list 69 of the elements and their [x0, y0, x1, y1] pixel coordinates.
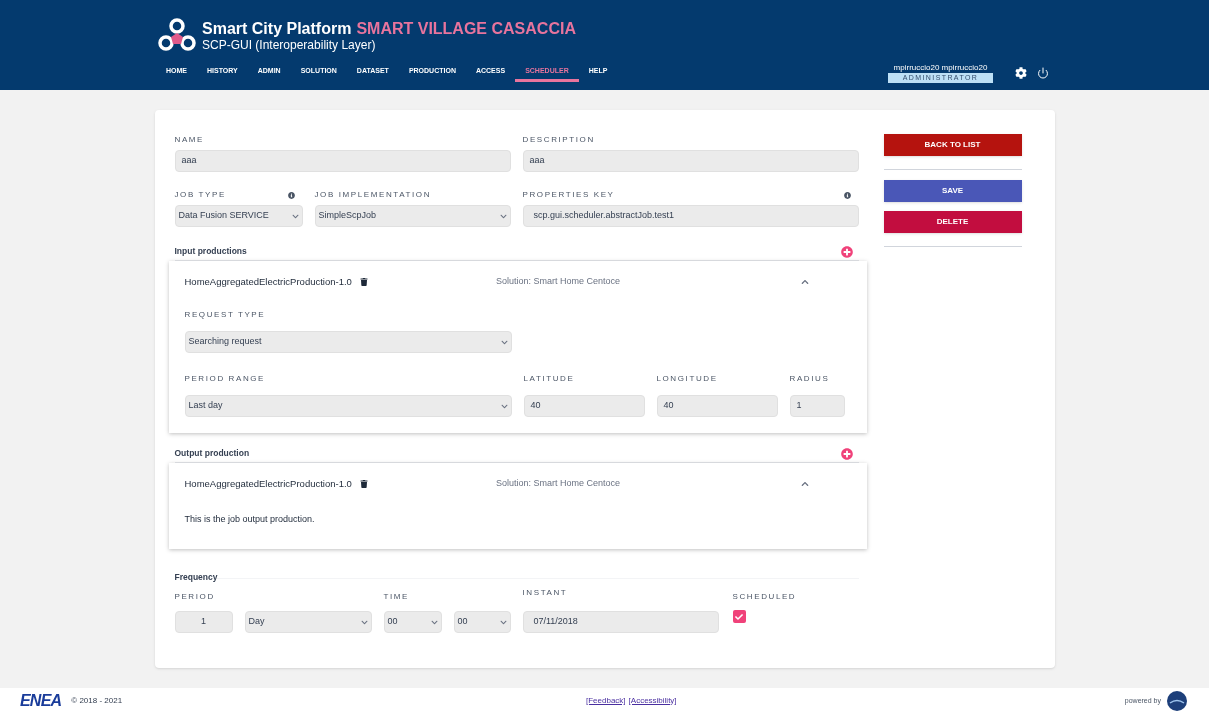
settings-icon[interactable]	[1015, 66, 1027, 79]
solution-text: Solution: Smart Home Centoce	[495, 275, 620, 289]
input-field[interactable]: aaa	[174, 150, 511, 172]
section-heading: Frequency	[174, 572, 218, 582]
field-label: SCHEDULED	[732, 591, 797, 603]
trash-icon[interactable]	[359, 278, 368, 286]
field-label: TIME	[383, 591, 410, 603]
add-icon[interactable]	[840, 447, 853, 460]
input-field[interactable]: 1	[174, 611, 233, 633]
field-label: PERIOD RANGE	[184, 373, 267, 385]
input-field[interactable]: aaa	[522, 150, 859, 172]
chevron-up-icon[interactable]	[800, 480, 809, 488]
select-field[interactable]: Searching request	[184, 331, 512, 353]
field-label: INSTANT	[522, 587, 569, 599]
footer-link[interactable]: [Accessibility]	[628, 695, 677, 707]
field-label: NAME	[174, 134, 205, 146]
section-heading: Output production	[174, 447, 250, 460]
input-field[interactable]: 40	[656, 395, 778, 417]
input-field[interactable]: scp.gui.scheduler.abstractJob.test1	[522, 205, 859, 227]
scheduled-checkbox[interactable]	[732, 610, 746, 623]
app-subtitle: SCP-GUI (Interoperability Layer)	[202, 37, 377, 52]
field-label: JOB TYPE	[174, 189, 226, 201]
chevron-down-icon	[499, 618, 507, 626]
partner-logo-icon	[1167, 691, 1187, 711]
select-field[interactable]: Last day	[184, 395, 512, 417]
copyright-text: © 2018 - 2021	[71, 695, 123, 707]
app-title: Smart City Platform	[202, 18, 352, 38]
chevron-down-icon	[430, 618, 438, 626]
delete-button[interactable]: DELETE	[883, 211, 1022, 233]
description-text: This is the job output production.	[184, 514, 315, 524]
input-field[interactable]: 40	[523, 395, 645, 417]
select-field[interactable]: SimpleScpJob	[314, 205, 511, 227]
chevron-down-icon	[500, 402, 508, 410]
field-label: LONGITUDE	[656, 373, 719, 385]
chevron-down-icon	[499, 212, 507, 220]
enea-logo: ENEA	[20, 691, 62, 711]
field-label: DESCRIPTION	[522, 134, 596, 146]
select-field[interactable]: Data Fusion SERVICE	[174, 205, 303, 227]
chevron-up-icon[interactable]	[800, 278, 809, 286]
site-name: SMART VILLAGE CASACCIA	[356, 18, 576, 38]
save-button[interactable]: SAVE	[883, 180, 1022, 202]
field-label: PROPERTIES KEY	[522, 189, 615, 201]
logo-icon	[158, 17, 196, 53]
input-field[interactable]: 1	[789, 395, 845, 417]
production-name: HomeAggregatedElectricProduction-1.0	[184, 274, 352, 289]
chevron-down-icon	[500, 338, 508, 346]
field-label: LATITUDE	[523, 373, 576, 385]
input-field[interactable]: 07/11/2018	[522, 611, 719, 633]
production-name: HomeAggregatedElectricProduction-1.0	[184, 476, 352, 491]
field-label: PERIOD	[174, 591, 216, 603]
check-icon	[735, 612, 743, 621]
section-heading: Input productions	[174, 245, 247, 258]
user-name: mpirruccio20 mpirruccio20	[893, 62, 988, 73]
footer-link[interactable]: [Feedback]	[586, 695, 626, 707]
field-label: REQUEST TYPE	[184, 309, 267, 321]
add-icon[interactable]	[840, 245, 853, 258]
chevron-down-icon	[291, 212, 299, 220]
field-label: JOB IMPLEMENTATION	[314, 189, 432, 201]
info-icon[interactable]	[843, 191, 851, 199]
field-label: RADIUS	[789, 373, 831, 385]
info-icon[interactable]	[287, 191, 295, 199]
select-field[interactable]: 00	[453, 611, 511, 633]
select-field[interactable]: 00	[383, 611, 442, 633]
trash-icon[interactable]	[359, 480, 368, 488]
chevron-down-icon	[360, 618, 368, 626]
solution-text: Solution: Smart Home Centoce	[495, 477, 620, 491]
select-field[interactable]: Day	[244, 611, 372, 633]
power-icon[interactable]	[1037, 66, 1049, 79]
back-to-list-button[interactable]: BACK TO LIST	[883, 134, 1022, 156]
